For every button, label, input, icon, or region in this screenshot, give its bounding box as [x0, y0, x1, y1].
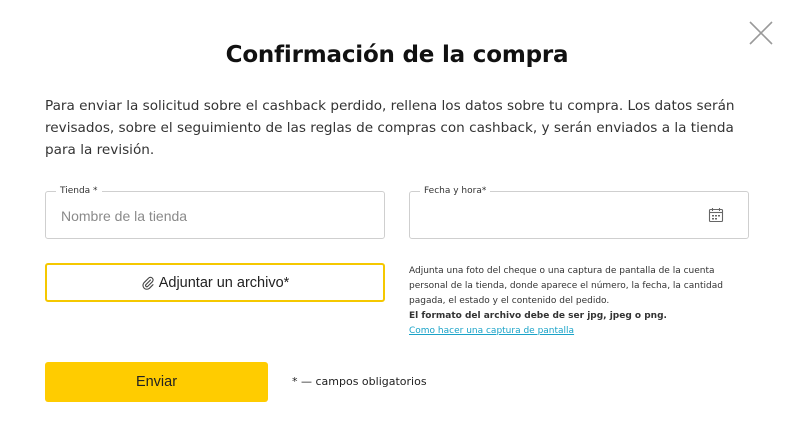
attach-hint: Adjunta una foto del cheque o una captur…	[409, 264, 754, 339]
attach-file-label: Adjuntar un archivo*	[158, 274, 290, 291]
attach-format-note: El formato del archivo debe de ser jpg, …	[409, 311, 667, 321]
dialog-title: Confirmación de la compra	[225, 42, 569, 68]
store-field[interactable]: Tienda *	[45, 185, 385, 239]
screenshot-help-link[interactable]: Como hacer una captura de pantalla	[409, 324, 574, 339]
store-field-label: Tienda *	[56, 185, 102, 197]
submit-button[interactable]: Enviar	[45, 362, 268, 402]
calendar-icon[interactable]	[708, 207, 724, 223]
datetime-field-label: Fecha y hora*	[420, 185, 491, 197]
attach-hint-text: Adjunta una foto del cheque o una captur…	[409, 266, 723, 306]
attach-file-button[interactable]: Adjuntar un archivo*	[45, 263, 385, 302]
intro-text: Para enviar la solicitud sobre el cashba…	[45, 98, 735, 158]
store-input[interactable]	[61, 205, 361, 227]
datetime-field[interactable]: Fecha y hora*	[409, 185, 749, 239]
required-fields-note: * — campos obligatorios	[292, 375, 427, 388]
paperclip-icon	[141, 276, 155, 290]
